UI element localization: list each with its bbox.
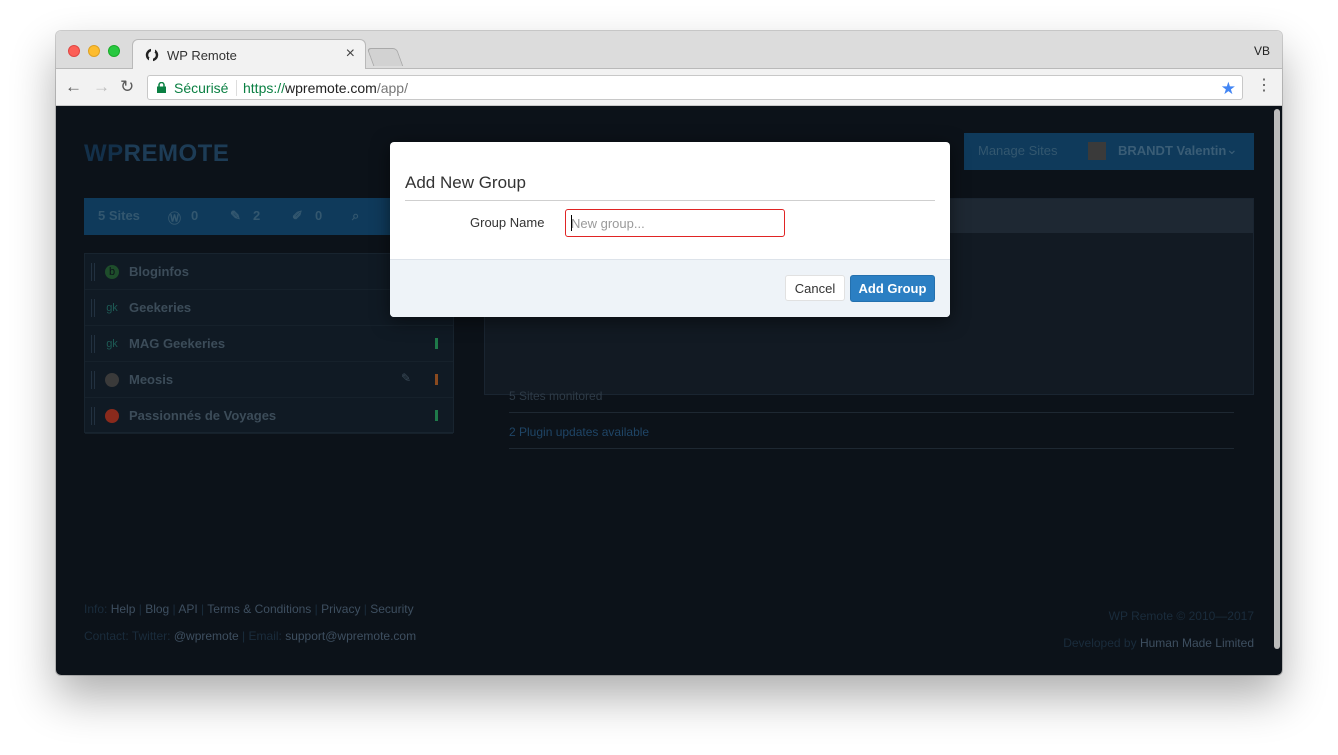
text-caret [571, 215, 572, 231]
url-text: https://wpremote.com/app/ [243, 80, 408, 96]
wordpress-icon: Ⓦ [168, 211, 182, 226]
avatar[interactable] [1088, 142, 1106, 160]
security-link[interactable]: Security [370, 602, 413, 616]
site-favicon-icon [105, 373, 119, 387]
site-name[interactable]: Geekeries [129, 300, 191, 315]
browser-menu-icon[interactable]: ⋮ [1256, 77, 1272, 95]
site-row-mag-geekeries[interactable]: gk MAG Geekeries [85, 326, 453, 362]
secure-label: Sécurisé [174, 80, 229, 96]
forward-arrow-icon[interactable]: → [93, 78, 110, 96]
twitter-link[interactable]: @wpremote [174, 629, 239, 643]
close-window-button[interactable] [68, 45, 80, 57]
overview-row-monitored: 5 Sites monitored [509, 377, 1234, 413]
modal-footer: Cancel Add Group [390, 259, 950, 317]
theme-updates-count[interactable]: 0 [315, 208, 322, 223]
user-name[interactable]: BRANDT Valentin [1118, 143, 1226, 158]
add-group-modal: Add New Group Group Name Cancel Add Grou… [390, 142, 950, 317]
email-link[interactable]: support@wpremote.com [285, 629, 416, 643]
site-favicon-icon: b [105, 265, 119, 279]
footer-contact-line: Contact: Twitter: @wpremote | Email: sup… [84, 629, 417, 643]
drag-handle-icon[interactable] [91, 335, 95, 353]
wp-remote-favicon-icon [145, 48, 159, 62]
browser-window: WP Remote × VB ← → ↻ Sécurisé https://wp… [56, 31, 1282, 675]
sites-monitored-text: 5 Sites monitored [509, 389, 603, 403]
wp-updates-count[interactable]: 0 [191, 208, 198, 223]
back-arrow-icon[interactable]: ← [65, 78, 82, 96]
theme-icon: ✐ [292, 208, 303, 223]
site-name[interactable]: Passionnés de Voyages [129, 408, 276, 423]
terms-link[interactable]: Terms & Conditions [207, 602, 311, 616]
profile-badge[interactable]: VB [1254, 44, 1270, 58]
site-name[interactable]: Meosis [129, 372, 173, 387]
footer-links: Info: Help | Blog | API | Terms & Condit… [84, 596, 416, 650]
tab-title: WP Remote [167, 48, 237, 63]
modal-divider [405, 200, 935, 201]
tab-close-icon[interactable]: × [346, 45, 355, 63]
api-link[interactable]: API [178, 602, 197, 616]
privacy-link[interactable]: Privacy [321, 602, 360, 616]
overview-row-plugins[interactable]: 2 Plugin updates available [509, 413, 1234, 449]
footer-credits: WP Remote © 2010—2017 Developed by Human… [1063, 603, 1254, 657]
plugin-icon: ✎ [230, 208, 241, 223]
drag-handle-icon[interactable] [91, 407, 95, 425]
sites-count[interactable]: 5 Sites [98, 208, 140, 223]
add-group-button[interactable]: Add Group [850, 275, 935, 302]
plugin-updates-count[interactable]: 2 [253, 208, 260, 223]
plugin-updates-link[interactable]: 2 Plugin updates available [509, 425, 649, 439]
copyright-text: WP Remote © 2010—2017 [1108, 609, 1254, 623]
developer-credit: Developed by Human Made Limited [1063, 636, 1254, 650]
status-indicator [435, 374, 438, 385]
status-indicator [435, 410, 438, 421]
footer-info-line: Info: Help | Blog | API | Terms & Condit… [84, 602, 414, 616]
wp-remote-logo[interactable]: WPREMOTE [84, 140, 229, 168]
lock-icon [157, 82, 166, 93]
developer-link[interactable]: Human Made Limited [1140, 636, 1254, 650]
plugin-icon: ✎ [400, 371, 411, 385]
bookmark-star-icon[interactable]: ★ [1221, 79, 1236, 99]
cancel-button[interactable]: Cancel [785, 275, 845, 301]
address-bar[interactable]: Sécurisé https://wpremote.com/app/ ★ [147, 75, 1243, 100]
site-favicon-icon [105, 409, 119, 423]
site-name[interactable]: Bloginfos [129, 264, 189, 279]
site-favicon-icon: gk [106, 302, 118, 314]
modal-title: Add New Group [405, 173, 526, 192]
minimize-window-button[interactable] [88, 45, 100, 57]
blog-link[interactable]: Blog [145, 602, 169, 616]
drag-handle-icon[interactable] [91, 263, 95, 281]
chevron-down-icon[interactable]: ⌄ [1226, 141, 1238, 158]
manage-sites-link[interactable]: Manage Sites [978, 143, 1058, 158]
search-icon[interactable]: ⌕ [352, 208, 359, 224]
site-row-passionnes-de-voyages[interactable]: Passionnés de Voyages [85, 398, 453, 434]
drag-handle-icon[interactable] [91, 371, 95, 389]
new-tab-button[interactable] [366, 48, 404, 66]
site-row-meosis[interactable]: Meosis ✎ [85, 362, 453, 398]
address-divider [236, 80, 237, 96]
reload-icon[interactable]: ↻ [120, 78, 134, 96]
site-name[interactable]: MAG Geekeries [129, 336, 225, 351]
browser-tab[interactable]: WP Remote × [132, 39, 366, 70]
group-name-label: Group Name [470, 215, 545, 230]
browser-toolbar: ← → ↻ Sécurisé https://wpremote.com/app/… [56, 69, 1282, 106]
group-name-input[interactable] [565, 209, 785, 237]
zoom-window-button[interactable] [108, 45, 120, 57]
user-bar: Manage Sites BRANDT Valentin ⌄ [964, 133, 1254, 170]
status-indicator [435, 338, 438, 349]
site-favicon-icon: gk [106, 338, 118, 350]
page-scrollbar[interactable] [1274, 109, 1280, 649]
title-bar: WP Remote × VB [56, 31, 1282, 70]
drag-handle-icon[interactable] [91, 299, 95, 317]
help-link[interactable]: Help [111, 602, 136, 616]
